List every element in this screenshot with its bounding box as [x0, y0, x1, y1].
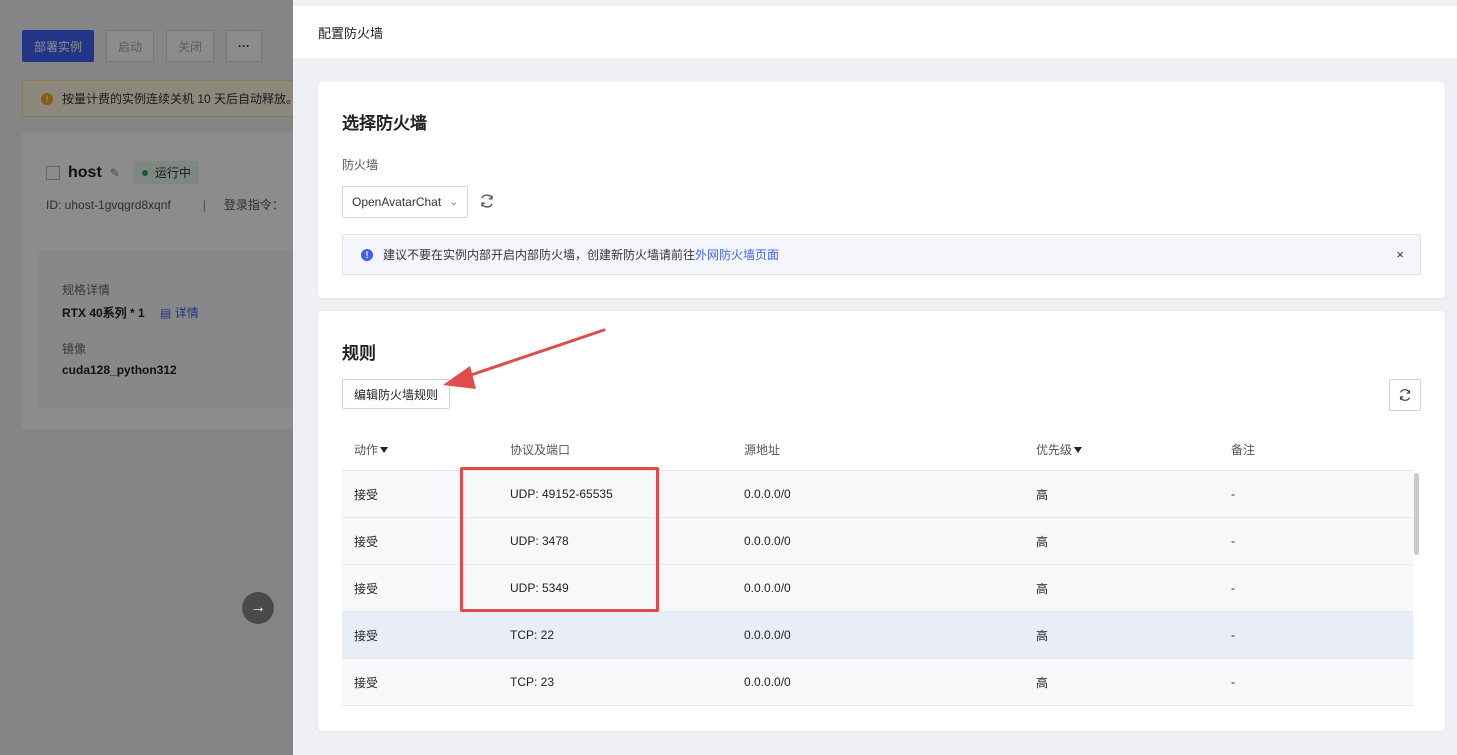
- cell-note: -: [1231, 581, 1235, 595]
- cell-source: 0.0.0.0/0: [744, 487, 791, 501]
- drawer-title: 配置防火墙: [293, 6, 1457, 58]
- firewall-field-label: 防火墙: [342, 158, 379, 172]
- column-protocol: 协议及端口: [510, 443, 571, 457]
- firewall-notice: ! 建议不要在实例内部开启内部防火墙，创建新防火墙请前往 外网防火墙页面 ×: [342, 234, 1421, 275]
- arrow-right-icon[interactable]: →: [242, 592, 274, 624]
- cell-source: 0.0.0.0/0: [744, 534, 791, 548]
- column-source: 源地址: [744, 443, 781, 457]
- firewall-drawer: 配置防火墙 选择防火墙 防火墙 OpenAvatarChat ⌄ ! 建议不要在…: [293, 0, 1457, 755]
- column-priority: 优先级: [1024, 441, 1219, 458]
- table-row[interactable]: 接受 TCP: 23 0.0.0.0/0 高 -: [342, 659, 1413, 706]
- cell-action: 接受: [354, 628, 379, 643]
- refresh-icon: [1399, 389, 1411, 401]
- cell-note: -: [1231, 675, 1235, 689]
- cell-note: -: [1231, 534, 1235, 548]
- cell-priority: 高: [1036, 534, 1049, 549]
- firewall-select-value: OpenAvatarChat: [352, 195, 442, 209]
- rules-title: 规则: [342, 344, 376, 363]
- external-firewall-link[interactable]: 外网防火墙页面: [695, 246, 779, 263]
- cell-priority: 高: [1036, 675, 1049, 690]
- firewall-select[interactable]: OpenAvatarChat ⌄: [342, 186, 468, 218]
- table-scrollbar[interactable]: [1414, 473, 1419, 555]
- notice-text: 建议不要在实例内部开启内部防火墙，创建新防火墙请前往: [383, 248, 696, 262]
- table-row[interactable]: 接受 TCP: 22 0.0.0.0/0 高 -: [342, 612, 1413, 659]
- chevron-down-icon: ⌄: [449, 196, 458, 208]
- column-action-label: 动作: [354, 443, 379, 457]
- cell-source: 0.0.0.0/0: [744, 581, 791, 595]
- column-priority-label: 优先级: [1036, 443, 1073, 457]
- cell-note: -: [1231, 487, 1235, 501]
- edit-firewall-rules-button[interactable]: 编辑防火墙规则: [342, 379, 450, 409]
- select-firewall-panel: 选择防火墙 防火墙 OpenAvatarChat ⌄ ! 建议不要在实例内部开启…: [318, 82, 1445, 298]
- cell-source: 0.0.0.0/0: [744, 628, 791, 642]
- table-header: 动作 协议及端口 源地址 优先级 备注: [342, 429, 1413, 471]
- column-action: 动作: [342, 441, 498, 458]
- cell-priority: 高: [1036, 628, 1049, 643]
- refresh-icon[interactable]: [478, 192, 496, 210]
- column-note: 备注: [1231, 443, 1256, 457]
- info-icon: !: [361, 248, 373, 261]
- refresh-rules-button[interactable]: [1389, 379, 1421, 411]
- cell-protocol: TCP: 23: [510, 675, 555, 689]
- annotation-highlight-box: [460, 467, 659, 612]
- cell-protocol: TCP: 22: [510, 628, 555, 642]
- cell-priority: 高: [1036, 487, 1049, 502]
- filter-icon[interactable]: [1074, 446, 1083, 453]
- cell-source: 0.0.0.0/0: [744, 675, 791, 689]
- modal-overlay[interactable]: [0, 0, 293, 755]
- close-icon[interactable]: ×: [1396, 247, 1404, 262]
- cell-priority: 高: [1036, 581, 1049, 596]
- cell-note: -: [1231, 628, 1235, 642]
- filter-icon[interactable]: [380, 446, 389, 453]
- cell-action: 接受: [354, 675, 379, 690]
- select-firewall-title: 选择防火墙: [342, 114, 427, 133]
